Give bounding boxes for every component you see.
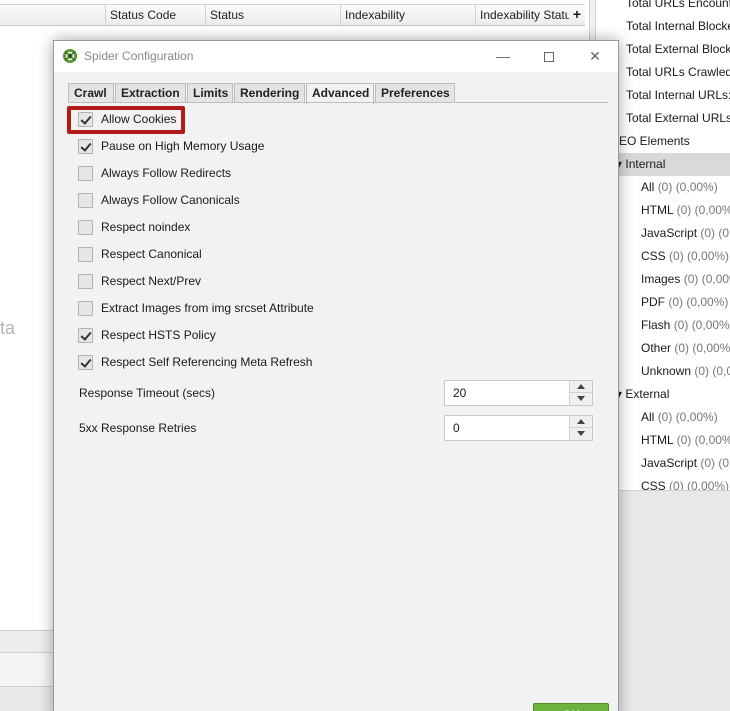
tab-crawl[interactable]: Crawl [68, 83, 114, 103]
spider-app-icon [63, 49, 77, 63]
overview-internal[interactable]: ▾ Internal [616, 153, 665, 176]
extract-srcset-checkbox[interactable] [78, 300, 93, 316]
respect-next-prev-checkbox[interactable] [78, 273, 93, 289]
decrement-button[interactable] [569, 393, 592, 405]
option-label: Respect noindex [101, 220, 191, 234]
overview-external-css[interactable]: CSS (0) (0,00%) [641, 475, 729, 490]
chevron-down-icon [577, 396, 585, 401]
spider-configuration-dialog: Spider Configuration — ✕ Crawl Extractio… [53, 40, 619, 711]
option-label: Respect Self Referencing Meta Refresh [101, 355, 313, 369]
maximize-button[interactable] [526, 41, 572, 72]
option-follow-canonicals[interactable]: Always Follow Canonicals [78, 189, 240, 211]
overview-internal-images[interactable]: Images (0) (0,00%) [641, 268, 730, 291]
option-label: Extract Images from img srcset Attribute [101, 301, 314, 315]
option-label: Respect HSTS Policy [101, 328, 216, 342]
option-label: Always Follow Redirects [101, 166, 232, 180]
overview-external-javascript[interactable]: JavaScript (0) (0,00%) [641, 452, 730, 475]
overview-total-internal-blocked[interactable]: Total Internal Blocked [626, 15, 730, 38]
allow-cookies-highlight-box [67, 106, 185, 134]
response-timeout-label: Response Timeout (secs) [79, 386, 216, 400]
overview-internal-css[interactable]: CSS (0) (0,00%) [641, 245, 729, 268]
follow-canonicals-checkbox[interactable] [78, 192, 93, 208]
chevron-down-icon [577, 431, 585, 436]
tab-limits[interactable]: Limits [187, 83, 233, 103]
respect-noindex-checkbox[interactable] [78, 219, 93, 235]
retries-input[interactable] [445, 416, 569, 440]
empty-table-text: ta [0, 318, 16, 338]
overview-seo-elements[interactable]: SEO Elements [611, 130, 690, 153]
option-respect-noindex[interactable]: Respect noindex [78, 216, 190, 238]
overview-internal-all[interactable]: All (0) (0,00%) [641, 176, 718, 199]
overview-total-external-urls[interactable]: Total External URLs: [626, 107, 730, 130]
pause-high-memory-checkbox[interactable] [78, 138, 93, 154]
tab-advanced[interactable]: Advanced [306, 83, 374, 104]
decrement-button[interactable] [569, 428, 592, 440]
option-extract-srcset[interactable]: Extract Images from img srcset Attribute [78, 297, 314, 319]
overview-internal-unknown[interactable]: Unknown (0) (0,00%) [641, 360, 730, 383]
option-pause-high-memory[interactable]: Pause on High Memory Usage [78, 135, 264, 157]
overview-internal-flash[interactable]: Flash (0) (0,00%) [641, 314, 730, 337]
overview-total-external-blocked[interactable]: Total External Blocked [626, 38, 730, 61]
overview-total-urls-encountered[interactable]: Total URLs Encountered [626, 0, 730, 15]
increment-button[interactable] [569, 416, 592, 428]
option-label: Always Follow Canonicals [101, 193, 240, 207]
respect-canonical-checkbox[interactable] [78, 246, 93, 262]
option-label: Respect Canonical [101, 247, 202, 261]
column-indexability[interactable]: Indexability [340, 5, 475, 26]
response-timeout-input[interactable] [445, 381, 569, 405]
response-timeout-stepper[interactable] [444, 380, 593, 406]
option-respect-hsts[interactable]: Respect HSTS Policy [78, 324, 216, 346]
overview-internal-javascript[interactable]: JavaScript (0) (0,00%) [641, 222, 730, 245]
respect-hsts-checkbox[interactable] [78, 327, 93, 343]
overview-internal-pdf[interactable]: PDF (0) (0,00%) [641, 291, 728, 314]
dialog-titlebar[interactable]: Spider Configuration — ✕ [54, 41, 618, 72]
dialog-title: Spider Configuration [84, 49, 194, 63]
overview-external[interactable]: ▾ External [616, 383, 669, 406]
overview-internal-other[interactable]: Other (0) (0,00%) [641, 337, 730, 360]
increment-button[interactable] [569, 381, 592, 393]
close-icon: ✕ [589, 48, 601, 64]
table-header: Status Code Status Indexability Indexabi… [0, 4, 585, 26]
maximize-icon [544, 52, 554, 63]
column-status[interactable]: Status [205, 5, 340, 26]
overview-total-internal-urls[interactable]: Total Internal URLs: [626, 84, 730, 107]
meta-refresh-checkbox[interactable] [78, 354, 93, 370]
close-button[interactable]: ✕ [572, 41, 618, 72]
chevron-up-icon [577, 384, 585, 389]
ok-button[interactable]: OK [533, 703, 609, 711]
chevron-up-icon [577, 419, 585, 424]
plus-icon[interactable]: + [569, 5, 585, 26]
retries-label: 5xx Response Retries [79, 421, 197, 435]
overview-external-all[interactable]: All (0) (0,00%) [641, 406, 718, 429]
option-label: Respect Next/Prev [101, 274, 202, 288]
overview-total-urls-crawled[interactable]: Total URLs Crawled: [626, 61, 730, 84]
tab-divider [68, 102, 608, 103]
minimize-icon: — [496, 48, 510, 64]
option-label: Pause on High Memory Usage [101, 139, 265, 153]
option-respect-canonical[interactable]: Respect Canonical [78, 243, 202, 265]
minimize-button[interactable]: — [480, 41, 526, 72]
tab-rendering[interactable]: Rendering [234, 83, 305, 103]
tab-extraction[interactable]: Extraction [115, 83, 186, 103]
overview-internal-html[interactable]: HTML (0) (0,00%) [641, 199, 730, 222]
retries-stepper[interactable] [444, 415, 593, 441]
column-status-code[interactable]: Status Code [105, 5, 205, 26]
option-follow-redirects[interactable]: Always Follow Redirects [78, 162, 231, 184]
option-self-referencing-meta-refresh[interactable]: Respect Self Referencing Meta Refresh [78, 351, 312, 373]
tab-preferences[interactable]: Preferences [375, 83, 455, 103]
follow-redirects-checkbox[interactable] [78, 165, 93, 181]
column-indexability-status[interactable]: Indexability Status [475, 5, 569, 26]
option-respect-next-prev[interactable]: Respect Next/Prev [78, 270, 201, 292]
overview-external-html[interactable]: HTML (0) (0,00%) [641, 429, 730, 452]
